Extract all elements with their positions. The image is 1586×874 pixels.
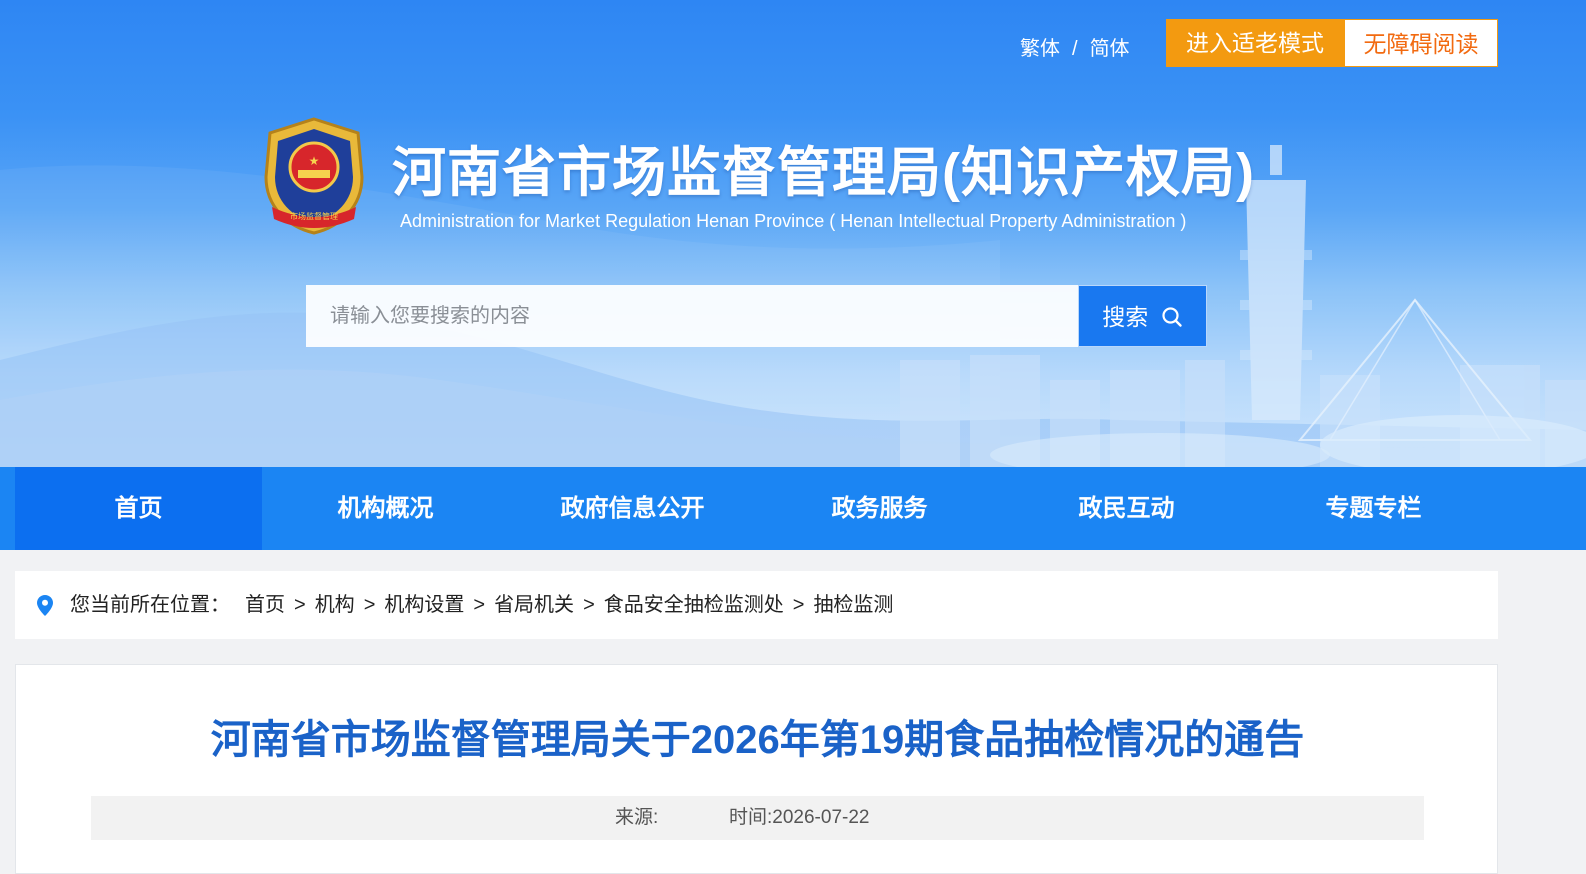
lang-separator: / xyxy=(1072,38,1078,60)
nav-item-interaction[interactable]: 政民互动 xyxy=(1003,467,1250,550)
article-title: 河南省市场监督管理局关于2026年第19期食品抽检情况的通告 xyxy=(210,718,1305,762)
search-button-label: 搜索 xyxy=(1102,304,1149,330)
nav-item-home[interactable]: 首页 xyxy=(15,467,262,550)
location-pin-icon xyxy=(37,595,53,616)
site-subtitle: Administration for Market Regulation Hen… xyxy=(400,211,1187,231)
article-source-label: 来源: xyxy=(615,807,659,828)
main-navigation: 首页 机构概况 政府信息公开 政务服务 政民互动 专题专栏 xyxy=(0,467,1586,550)
article-time-value: 2026-07-22 xyxy=(772,807,870,828)
market-regulation-emblem-icon: ★ 市场监督管理 xyxy=(264,117,364,235)
breadcrumb-separator: > xyxy=(792,594,805,616)
article-meta-bar: 来源: 时间:2026-07-22 xyxy=(91,796,1424,840)
breadcrumb-separator: > xyxy=(583,594,595,616)
breadcrumb-trail: 首页 > 机构 > 机构设置 > 省局机关 > 食品安全抽检监测处 > 抽检监测 xyxy=(245,571,893,639)
elder-mode-button[interactable]: 进入适老模式 xyxy=(1166,19,1344,67)
breadcrumb-link-home[interactable]: 首页 xyxy=(245,594,285,616)
breadcrumb-separator: > xyxy=(363,594,376,616)
nav-item-gov-services[interactable]: 政务服务 xyxy=(756,467,1003,550)
breadcrumb-link-organization[interactable]: 机构 xyxy=(315,594,355,616)
breadcrumb: 您当前所在位置： 首页 > 机构 > 机构设置 > 省局机关 > 食品安全抽检监测处 > 抽检监测 xyxy=(15,571,1498,639)
lang-simplified-link[interactable]: 简体 xyxy=(1090,32,1130,61)
header-background-illustration xyxy=(0,145,1586,467)
svg-text:★: ★ xyxy=(309,154,320,168)
accessibility-reading-button[interactable]: 无障碍阅读 xyxy=(1344,19,1498,67)
search-icon xyxy=(1162,307,1182,327)
nav-item-gov-info-disclosure[interactable]: 政府信息公开 xyxy=(509,467,756,550)
search-button[interactable]: 搜索 xyxy=(1078,285,1207,347)
breadcrumb-label: 您当前所在位置： xyxy=(70,594,230,616)
site-title: 河南省市场监督管理局(知识产权局) xyxy=(392,143,1255,203)
emblem-text: 市场监督管理 xyxy=(290,211,338,221)
language-switcher: 繁体 / 简体 xyxy=(1020,32,1130,61)
article-time-label: 时间: xyxy=(729,807,773,828)
lang-traditional-link[interactable]: 繁体 xyxy=(1020,32,1060,61)
nav-item-special-topics[interactable]: 专题专栏 xyxy=(1250,467,1497,550)
breadcrumb-link-food-safety-division[interactable]: 食品安全抽检监测处 xyxy=(604,594,784,616)
breadcrumb-separator: > xyxy=(294,594,306,616)
nav-item-organization[interactable]: 机构概况 xyxy=(262,467,509,550)
search-input[interactable] xyxy=(306,285,1078,347)
breadcrumb-separator: > xyxy=(473,594,486,616)
site-header: 繁体 / 简体 进入适老模式 无障碍阅读 ★ 市场监督管理 河南省市场监督管理局(知… xyxy=(0,0,1586,467)
breadcrumb-link-inspection[interactable]: 抽检监测 xyxy=(813,594,893,616)
article-panel: 河南省市场监督管理局关于2026年第19期食品抽检情况的通告 来源: 时间:20… xyxy=(15,664,1498,874)
breadcrumb-link-org-setup[interactable]: 机构设置 xyxy=(384,594,464,616)
breadcrumb-link-provincial-bureau[interactable]: 省局机关 xyxy=(494,594,574,616)
article-time: 时间:2026-07-22 xyxy=(729,796,869,840)
